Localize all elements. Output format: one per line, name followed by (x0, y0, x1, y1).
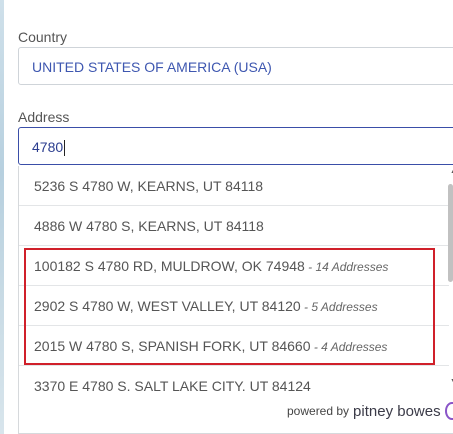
suggestion-item[interactable]: 4886 W 4780 S, KEARNS, UT 84118 (19, 206, 449, 246)
scrollbar-thumb[interactable] (448, 184, 453, 282)
pitney-bowes-logo-icon (444, 402, 453, 420)
suggestion-item[interactable]: 5236 S 4780 W, KEARNS, UT 84118 (19, 166, 449, 206)
address-suggestions-dropdown: 5236 S 4780 W, KEARNS, UT 84118 4886 W 4… (18, 166, 453, 434)
highlight-annotation-box (24, 248, 435, 365)
text-caret (64, 140, 66, 157)
country-value: UNITED STATES OF AMERICA (USA) (32, 59, 272, 75)
address-label: Address (18, 109, 70, 125)
brand-name: pitney bowes (353, 402, 441, 420)
powered-by-text: powered by (287, 404, 350, 418)
address-input-value: 4780 (32, 139, 64, 155)
address-input[interactable]: 4780 (18, 127, 453, 165)
country-label: Country (18, 29, 68, 45)
powered-by-footer: powered by pitney bowes (287, 400, 453, 422)
country-select[interactable]: UNITED STATES OF AMERICA (USA) (18, 47, 453, 85)
